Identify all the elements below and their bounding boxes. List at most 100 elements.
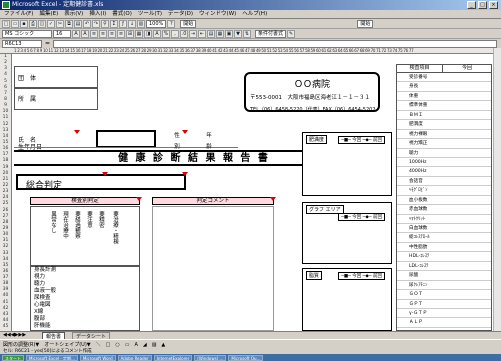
results-row[interactable]: ＧＰＴ (397, 300, 491, 309)
results-row[interactable]: ＢＭＩ (397, 111, 491, 121)
vertical-scrollbar[interactable] (493, 48, 501, 331)
help-icon[interactable]: ? (167, 19, 176, 28)
results-row[interactable]: 尿ｸﾚｱﾁﾆﾝ (397, 281, 491, 291)
percent-icon[interactable]: % (162, 29, 170, 38)
tab-nav-icon[interactable]: ◀◀◀▶▶▶ (3, 332, 26, 338)
font-color-icon[interactable]: A (153, 29, 161, 38)
autosum-icon[interactable]: Σ (110, 19, 118, 28)
results-row[interactable]: 尿酸 (397, 271, 491, 281)
print-icon[interactable]: ⎙ (29, 19, 37, 28)
menu-insert[interactable]: 挿入(I) (89, 10, 106, 18)
format-painter-icon[interactable]: ✎ (287, 29, 296, 38)
copy-icon[interactable]: ⧉ (65, 19, 73, 28)
results-row[interactable]: 視力裸眼 (397, 130, 491, 140)
table-icon[interactable]: ▤ (207, 29, 215, 38)
results-row[interactable]: 白血球数 (397, 224, 491, 234)
open-dropdown-2[interactable]: 開始 (357, 19, 374, 28)
redo-icon[interactable]: ↷ (92, 19, 100, 28)
results-row[interactable]: 標準体重 (397, 101, 491, 111)
worksheet[interactable]: 団 体 所 属 氏 名 生年月日 性 別 年 齢 ＯＯ病院 〒553-0001 … (12, 54, 493, 331)
results-row[interactable]: ＡＬＰ (397, 318, 491, 328)
menu-data[interactable]: データ(D) (168, 10, 193, 18)
minimize-button[interactable]: _ (467, 1, 476, 9)
menu-view[interactable]: 表示(V) (64, 10, 83, 18)
results-row[interactable]: 4000Hz (397, 167, 491, 177)
results-row[interactable]: 1000Hz (397, 158, 491, 168)
chart-obesity[interactable]: 肥満度 ─■─ 今回 ─◆─ 前回 (302, 132, 392, 196)
menu-window[interactable]: ウィンドウ(W) (199, 10, 236, 18)
results-row[interactable]: 聴力 (397, 149, 491, 158)
taskbar-item[interactable]: InternetExplorer (153, 354, 193, 361)
sheet-icon[interactable]: ▣ (225, 29, 233, 38)
conditional-format-button[interactable]: 条件付書式 (255, 29, 287, 38)
function-icon[interactable]: ƒ (119, 19, 127, 28)
new-icon[interactable]: □ (2, 19, 10, 28)
fill-color-icon[interactable]: ◨ (144, 29, 152, 38)
align-right-icon[interactable]: ≡ (117, 29, 125, 38)
results-row[interactable]: 体重 (397, 92, 491, 102)
taskbar-item[interactable]: Microsoft Excel - 定期... (26, 354, 78, 361)
results-row[interactable]: ﾍﾏﾄｸﾘｯﾄ (397, 215, 491, 224)
chart-blood-pressure[interactable]: グラフ エリア ─■─ 今回 ─◆─ 前回 (302, 202, 392, 264)
bold-icon[interactable]: A (72, 29, 80, 38)
menu-help[interactable]: ヘルプ(H) (242, 10, 267, 18)
chart-wizard-icon[interactable]: ▥ (137, 19, 145, 28)
maximize-button[interactable]: □ (478, 1, 487, 9)
comment-area[interactable] (152, 206, 274, 331)
close-button[interactable]: × (489, 1, 498, 9)
preview-icon[interactable]: ◫ (38, 19, 46, 28)
underline-icon[interactable]: ≡ (90, 29, 98, 38)
results-row[interactable]: ﾍﾓｸﾞﾛﾋﾞﾝ (397, 186, 491, 196)
results-row[interactable]: 肥満度 (397, 120, 491, 130)
cut-icon[interactable]: ✂ (56, 19, 64, 28)
menu-tools[interactable]: ツール(T) (138, 10, 162, 18)
results-row[interactable]: 視力矯正 (397, 139, 491, 149)
overall-judgement-field[interactable]: 総合判定 (16, 174, 186, 191)
sort-icon[interactable]: ⇅ (243, 29, 251, 38)
results-row[interactable]: 会話音 (397, 177, 491, 187)
menu-format[interactable]: 書式(O) (112, 10, 132, 18)
comma-icon[interactable]: , (171, 29, 179, 38)
grid-icon[interactable]: ▦ (216, 29, 224, 38)
results-row[interactable]: HDL-ｺﾚｽﾃ (397, 252, 491, 262)
results-row[interactable]: 中性脂肪 (397, 243, 491, 253)
results-row[interactable]: 身長 (397, 82, 491, 92)
taskbar-item[interactable]: (Windows) ... (194, 354, 227, 361)
zoom-select[interactable]: 100% (146, 19, 167, 28)
taskbar-item[interactable]: Microsoft Ou... (228, 354, 264, 361)
results-row[interactable]: γ-ＧＴＰ (397, 309, 491, 319)
hyperlink-icon[interactable]: ⚲ (101, 19, 109, 28)
results-row[interactable]: 血小板数 (397, 196, 491, 206)
menu-file[interactable]: ファイル(F) (4, 10, 33, 18)
menu-edit[interactable]: 編集(E) (39, 10, 58, 18)
taskbar-item[interactable]: Adobe Reader (117, 354, 152, 361)
merge-icon[interactable]: ⊞ (126, 29, 134, 38)
font-size-select[interactable]: 16 (53, 29, 71, 38)
row-number[interactable]: 45 (0, 324, 11, 330)
undo-icon[interactable]: ↶ (83, 19, 91, 28)
paste-icon[interactable]: ▤ (74, 19, 82, 28)
align-left-icon[interactable]: ≡ (99, 29, 107, 38)
chart-lipid[interactable]: 脂質 ─■─ 今回 ─◆─ 前回 (302, 268, 392, 331)
border-icon[interactable]: ▦ (135, 29, 143, 38)
results-row[interactable]: ＧＯＴ (397, 290, 491, 300)
filter-icon[interactable]: ▼ (234, 29, 242, 38)
results-row[interactable]: 赤血球数 (397, 205, 491, 215)
results-row[interactable]: 受診番号 (397, 73, 491, 83)
align-center-icon[interactable]: ≡ (108, 29, 116, 38)
results-row[interactable]: 総ｺﾚｽﾃﾛｰﾙ (397, 233, 491, 243)
drawing-toolbar[interactable]: 図形の調整(R)▼ オートシェイプ(U)▼ ＼ □ ○ ▭ A ◢ ▨ ▲ (0, 339, 501, 349)
taskbar-item[interactable]: Microsoft Word (79, 354, 116, 361)
save-icon[interactable]: ▪ (20, 19, 28, 28)
formula-input[interactable] (53, 39, 497, 48)
open-folder-icon[interactable]: ▭ (11, 19, 19, 28)
results-row[interactable]: LDL-ｺﾚｽﾃ (397, 262, 491, 272)
open-dropdown[interactable]: 開始 (180, 19, 197, 28)
start-button[interactable]: スタート (2, 354, 24, 361)
spellcheck-icon[interactable]: ✓ (47, 19, 55, 28)
decimal-icon[interactable]: .0 (180, 29, 188, 38)
name-box[interactable]: R6C13 (2, 39, 42, 48)
font-select[interactable]: MS ゴシック (2, 29, 52, 38)
outdent-icon[interactable]: ⇤ (198, 29, 206, 38)
indent-icon[interactable]: ⇥ (189, 29, 197, 38)
